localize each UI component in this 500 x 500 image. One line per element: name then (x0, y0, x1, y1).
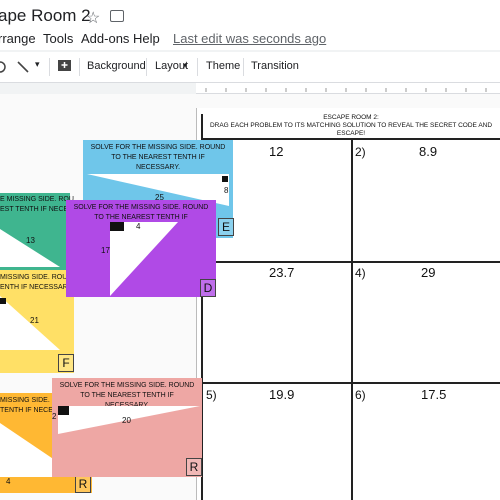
answer-number-2: 2) (355, 145, 366, 159)
toolbar-divider (49, 58, 50, 76)
transition-button[interactable]: Transition (251, 60, 299, 72)
shape-tool-icon[interactable] (0, 60, 8, 74)
ruler-ticks (205, 88, 487, 92)
star-icon[interactable]: ☆ (86, 8, 100, 28)
card-blue-letter: E (218, 218, 234, 236)
answer-5: 19.9 (269, 387, 295, 402)
card-pink-triangle (58, 406, 200, 434)
card-purple-letter: D (200, 279, 216, 297)
menu-bar: rrange Tools Add-ons Help Last edit was … (0, 30, 500, 50)
card-blue-side-a: 8 (224, 186, 229, 195)
layout-dropdown-icon[interactable]: ▾ (183, 61, 187, 70)
toolbar-divider (146, 58, 147, 76)
line-tool-icon[interactable] (16, 60, 30, 74)
toolbar-divider (197, 58, 198, 76)
card-pink-side-a: 2 (52, 412, 57, 421)
document-title[interactable]: ape Room 2 (0, 6, 91, 26)
problem-card-yellow[interactable]: MISSING SIDE. ROUND TO ENTH IF NECESSARY.… (0, 270, 89, 373)
answer-number-4: 4) (355, 266, 366, 280)
card-yellow-letter: F (58, 354, 74, 372)
answer-6: 17.5 (421, 387, 447, 402)
problem-card-green[interactable]: E MISSING SIDE. ROU EST TENTH IF NECESSA … (0, 193, 82, 273)
answer-4: 29 (421, 265, 436, 280)
card-blue-text: Solve for the missing side. Round to the… (90, 144, 226, 171)
slide[interactable]: ESCAPE ROOM 2: DRAG EACH PROBLEM TO ITS … (196, 108, 500, 500)
line-dropdown-icon[interactable]: ▾ (35, 59, 40, 70)
move-to-folder-icon[interactable] (110, 10, 124, 22)
card-orange-side: 4 (6, 477, 11, 486)
answer-number-5: 5) (206, 388, 217, 402)
problem-card-pink[interactable]: Solve for the missing side. Round to the… (52, 378, 202, 477)
menu-arrange[interactable]: rrange (0, 31, 36, 46)
card-purple-side-b: 17 (101, 246, 110, 255)
card-green-side: 13 (26, 236, 35, 245)
menu-help[interactable]: Help (133, 31, 160, 46)
toolbar-divider (243, 58, 244, 76)
toolbar: ▾ Background Layout ▾ Theme Transition (0, 52, 500, 83)
title-bar: ape Room 2 ☆ (0, 0, 500, 30)
menu-add-ons[interactable]: Add-ons (81, 31, 129, 46)
answer-number-6: 6) (355, 388, 366, 402)
card-green-triangle (0, 229, 60, 267)
slide-header: ESCAPE ROOM 2: DRAG EACH PROBLEM TO ITS … (201, 114, 500, 138)
answer-3: 23.7 (269, 265, 295, 280)
add-comment-icon[interactable] (57, 59, 72, 74)
card-purple-triangle (110, 222, 178, 296)
card-purple-side-a: 4 (136, 222, 141, 231)
card-pink-letter: R (186, 458, 202, 476)
card-pink-side-b: 20 (122, 416, 131, 425)
slide-title: ESCAPE ROOM 2: (323, 114, 379, 121)
toolbar-divider (79, 58, 80, 76)
last-edit-link[interactable]: Last edit was seconds ago (173, 31, 326, 46)
horizontal-ruler[interactable] (196, 83, 500, 94)
menu-tools[interactable]: Tools (43, 31, 73, 46)
table-line (351, 138, 353, 500)
background-button[interactable]: Background (87, 60, 146, 72)
theme-button[interactable]: Theme (206, 60, 240, 72)
slide-instructions: DRAG EACH PROBLEM TO ITS MATCHING SOLUTI… (209, 122, 493, 137)
problem-card-purple[interactable]: Solve for the missing side. Round to the… (66, 200, 216, 297)
answer-1: 12 (269, 144, 284, 159)
card-orange-letter: R (75, 475, 91, 493)
answer-2: 8.9 (419, 144, 438, 159)
card-yellow-side: 21 (30, 316, 39, 325)
